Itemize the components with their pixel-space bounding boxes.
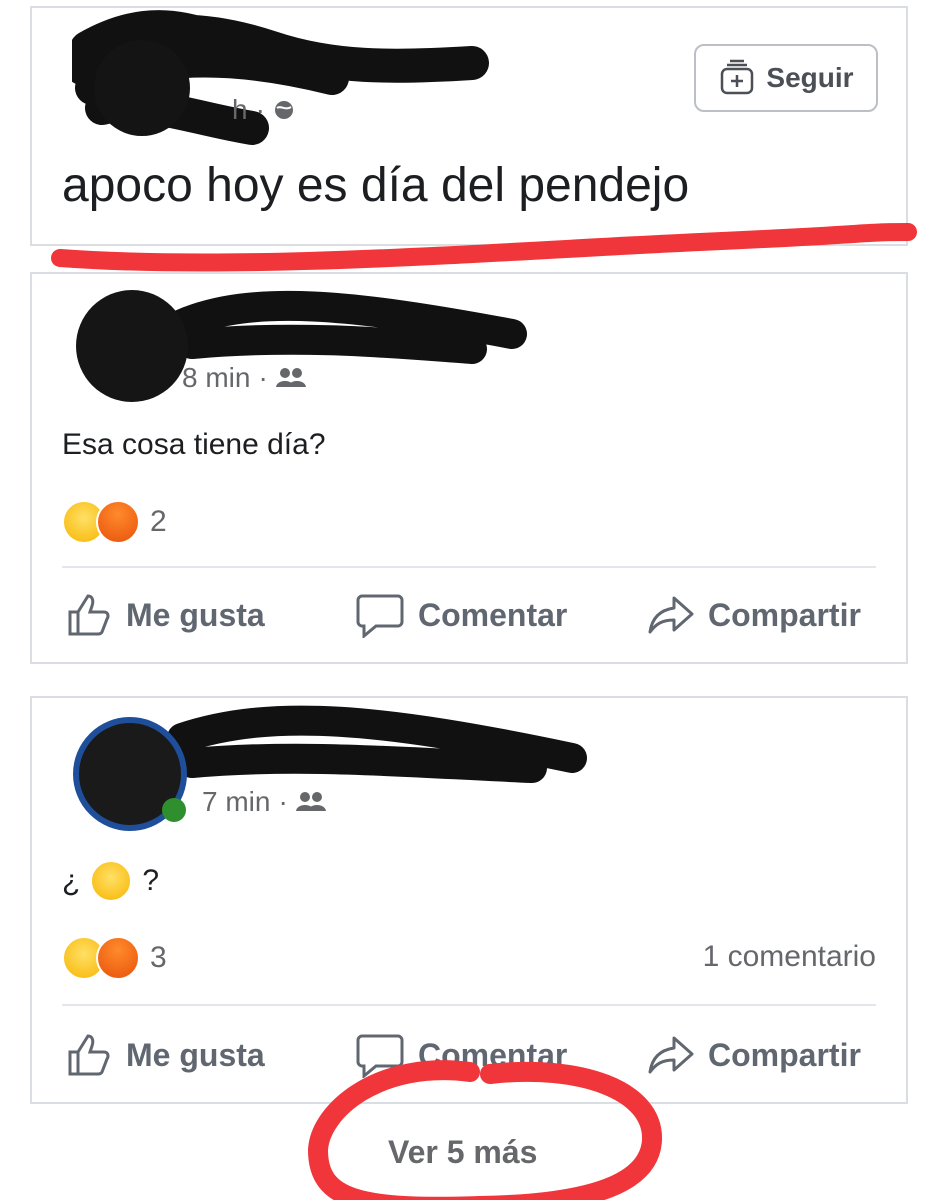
online-indicator [162,798,186,822]
post-meta: h · [232,94,295,126]
like-button[interactable]: Me gusta [66,592,265,638]
like-icon [68,594,110,636]
globe-icon [274,101,293,119]
post-card: h · Seguir apoco hoy es día del pendejo [30,6,908,246]
angry-reaction-icon [96,936,140,980]
friends-icon [275,368,306,387]
comment-card: 8 min · Esa cosa tiene día? 2 Me gusta C… [30,272,908,664]
reaction-summary[interactable]: 2 [62,500,167,544]
share-icon [648,596,694,634]
comment-button[interactable]: Comentar [356,1032,567,1078]
like-label: Me gusta [126,1036,265,1073]
friends-icon [295,792,326,811]
avatar [76,290,188,402]
share-label: Compartir [708,1036,861,1073]
comment-text-suffix: ? [142,864,160,897]
like-icon [68,1034,110,1076]
share-label: Compartir [708,596,861,633]
like-label: Me gusta [126,596,265,633]
comment-text-prefix: ¿ [62,864,81,897]
divider [62,1004,876,1006]
follow-plus-icon [721,59,754,95]
comment-time: 8 min [182,362,251,393]
censored-author-scribble [72,10,489,145]
comment-card: 7 min · ¿ ? 3 1 comentario Me gusta Come… [30,696,908,1104]
reaction-count: 2 [150,505,167,538]
share-button[interactable]: Compartir [648,592,861,638]
comment-icon [356,594,404,638]
post-time: h [232,94,248,125]
share-icon [648,1036,694,1074]
follow-button[interactable]: Seguir [694,44,878,112]
like-button[interactable]: Me gusta [66,1032,265,1078]
comment-icon [356,1034,404,1078]
comment-label: Comentar [418,596,568,633]
see-more-link[interactable]: Ver 5 más [388,1134,537,1171]
reaction-summary[interactable]: 3 [62,936,167,980]
comment-text: ¿ ? [62,860,159,902]
share-button[interactable]: Compartir [648,1032,861,1078]
comment-meta: 7 min · [202,786,326,818]
comment-count[interactable]: 1 comentario [703,940,876,974]
follow-label: Seguir [766,62,854,93]
comment-text: Esa cosa tiene día? [62,428,326,461]
woozy-face-icon [90,860,133,902]
post-text: apoco hoy es día del pendejo [62,159,690,212]
comment-label: Comentar [418,1036,568,1073]
comment-meta: 8 min · [182,362,306,394]
comment-button[interactable]: Comentar [356,592,567,638]
censored-commenter-scribble [73,705,587,831]
comment-time: 7 min [202,786,271,817]
reaction-count: 3 [150,941,167,974]
divider [62,566,876,568]
angry-reaction-icon [96,500,140,544]
